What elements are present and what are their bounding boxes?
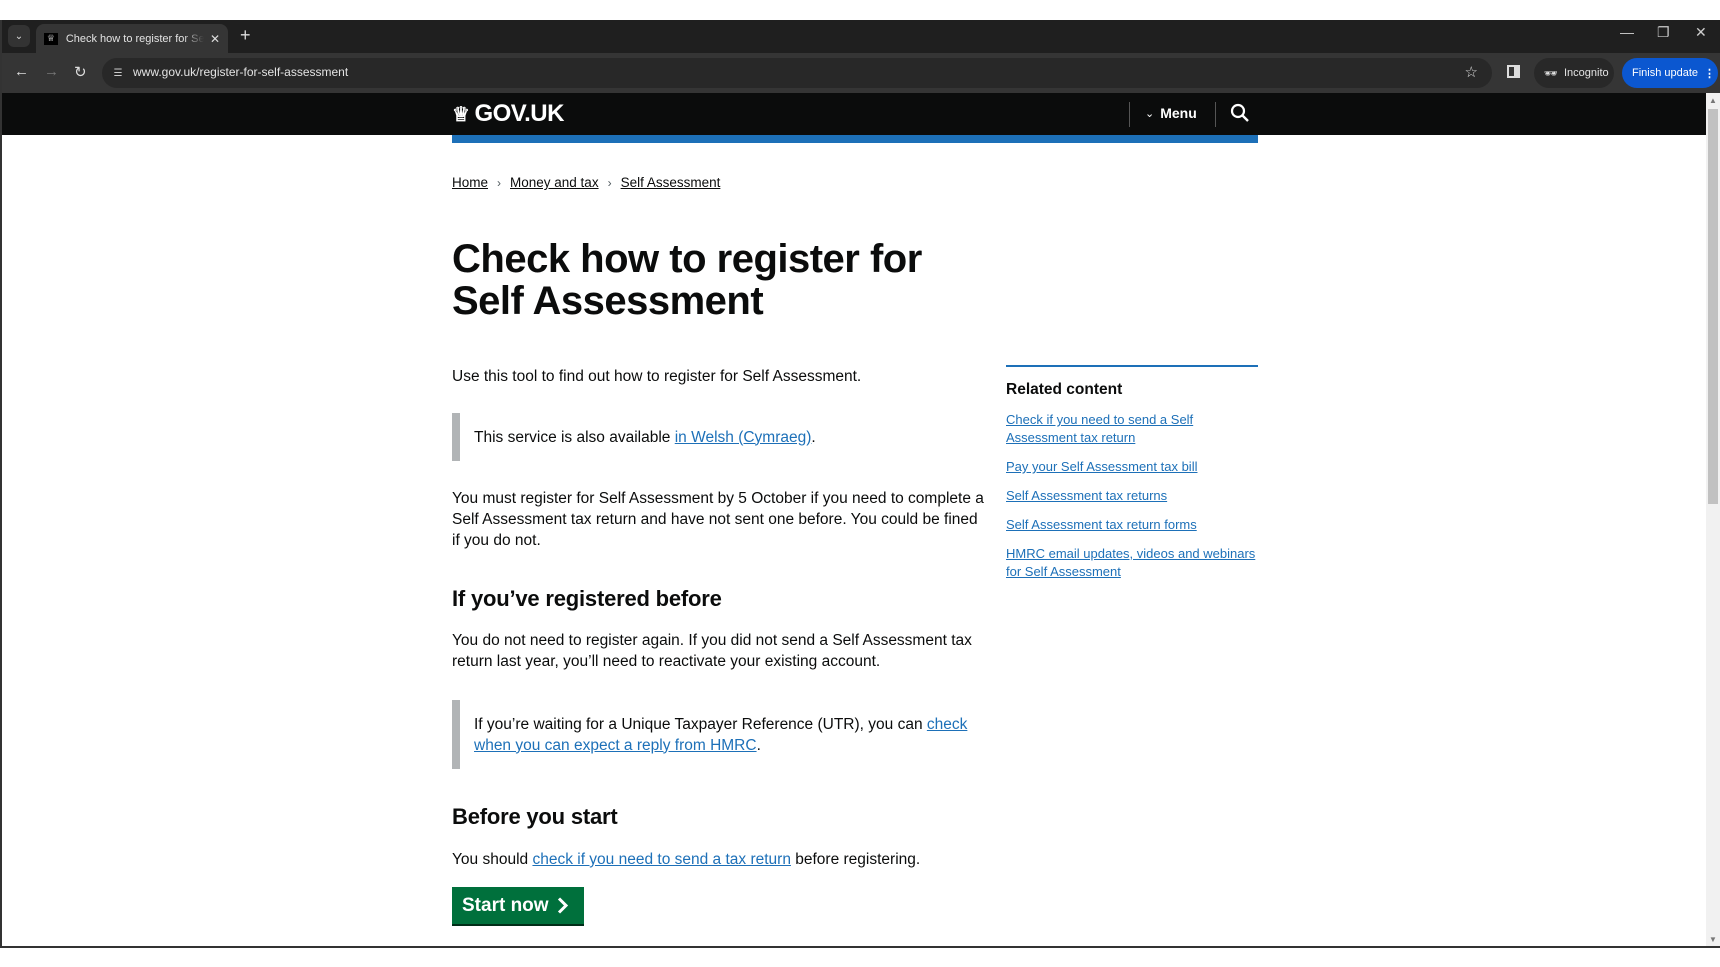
lead-paragraph: Use this tool to find out how to registe…	[452, 368, 862, 385]
browser-toolbar: ← → ↻ ☰ www.gov.uk/register-for-self-ass…	[2, 53, 1720, 93]
tab-strip: ⌄ ♕ Check how to register for Self Asses…	[2, 20, 1720, 53]
breadcrumb: Home › Money and tax › Self Assessment	[452, 175, 720, 190]
incognito-badge[interactable]: 🕶 Incognito	[1534, 58, 1614, 88]
url-text[interactable]: www.gov.uk/register-for-self-assessment	[133, 65, 348, 79]
incognito-label: Incognito	[1563, 67, 1609, 79]
incognito-icon: 🕶	[1544, 67, 1558, 80]
breadcrumb-money-and-tax[interactable]: Money and tax	[510, 175, 599, 190]
crown-icon: ♕	[452, 103, 470, 126]
related-link[interactable]: Check if you need to send a Self Assessm…	[1006, 412, 1193, 445]
finish-update-label: Finish update	[1632, 67, 1699, 79]
govuk-header: ♕ GOV.UK ⌄ Menu	[2, 93, 1706, 135]
close-window-icon[interactable]: ✕	[1695, 24, 1707, 41]
related-link-item: HMRC email updates, videos and webinars …	[1006, 545, 1258, 581]
registered-before-heading: If you’ve registered before	[452, 586, 722, 611]
minimize-icon[interactable]: —	[1620, 24, 1634, 40]
scrollbar-thumb[interactable]	[1708, 109, 1718, 504]
start-now-label: Start now	[462, 894, 549, 916]
related-link[interactable]: Self Assessment tax returns	[1006, 488, 1167, 503]
address-bar[interactable]: ☰ www.gov.uk/register-for-self-assessmen…	[102, 58, 1492, 88]
bookmark-star-icon[interactable]: ☆	[1465, 63, 1478, 81]
related-link-item: Pay your Self Assessment tax bill	[1006, 458, 1258, 476]
header-divider	[1129, 102, 1130, 127]
site-info-icon[interactable]: ☰	[110, 65, 126, 81]
chevron-down-icon: ⌄	[14, 30, 24, 42]
govuk-logo[interactable]: ♕ GOV.UK	[452, 100, 564, 128]
related-link[interactable]: HMRC email updates, videos and webinars …	[1006, 546, 1255, 579]
start-now-button[interactable]: Start now	[452, 887, 584, 924]
related-link-item: Check if you need to send a Self Assessm…	[1006, 411, 1206, 447]
new-tab-icon[interactable]: +	[240, 25, 251, 46]
side-panel-icon[interactable]	[1507, 65, 1520, 78]
page-title: Check how to register for Self Assessmen…	[452, 237, 922, 323]
chevron-right-icon	[557, 897, 568, 914]
related-link[interactable]: Self Assessment tax return forms	[1006, 517, 1197, 532]
scroll-up-arrow-icon[interactable]: ▲	[1706, 93, 1720, 107]
chevron-right-icon: ›	[497, 175, 502, 190]
related-content: Related content Check if you need to sen…	[1006, 365, 1258, 592]
breadcrumb-self-assessment[interactable]: Self Assessment	[621, 175, 721, 190]
breadcrumb-home[interactable]: Home	[452, 175, 488, 190]
related-link[interactable]: Pay your Self Assessment tax bill	[1006, 459, 1197, 474]
active-tab[interactable]: ♕ Check how to register for Self Assessm…	[36, 24, 228, 53]
chevron-down-icon: ⌄	[1145, 107, 1155, 120]
check-tax-return-link[interactable]: check if you need to send a tax return	[532, 851, 791, 868]
menu-button[interactable]: ⌄ Menu	[1145, 105, 1197, 121]
registered-before-paragraph: You do not need to register again. If yo…	[452, 632, 972, 670]
header-blue-bar	[452, 135, 1258, 143]
logo-text: GOV.UK	[474, 100, 564, 127]
search-icon[interactable]	[1229, 102, 1251, 124]
related-link-item: Self Assessment tax returns	[1006, 487, 1258, 505]
chevron-right-icon: ›	[607, 175, 612, 190]
menu-label: Menu	[1160, 105, 1197, 121]
utr-inset: If you’re waiting for a Unique Taxpayer …	[452, 700, 972, 769]
more-options-icon: ⋮	[1704, 67, 1716, 80]
tab-title: Check how to register for Self Assessmen…	[65, 32, 204, 45]
browser-window: ⌄ ♕ Check how to register for Self Asses…	[0, 20, 1720, 948]
before-you-start-paragraph: You should check if you need to send a t…	[452, 851, 921, 868]
finish-update-button[interactable]: Finish update ⋮	[1622, 58, 1718, 88]
scroll-down-arrow-icon[interactable]: ▼	[1706, 932, 1720, 946]
reload-icon[interactable]: ↻	[74, 63, 87, 81]
related-content-heading: Related content	[1006, 381, 1123, 398]
govuk-favicon-icon: ♕	[44, 32, 58, 45]
header-divider	[1215, 102, 1216, 127]
welsh-inset: This service is also available in Welsh …	[452, 413, 816, 461]
close-tab-icon[interactable]: ✕	[210, 32, 220, 46]
vertical-scrollbar[interactable]: ▲ ▼	[1706, 93, 1720, 946]
deadline-paragraph: You must register for Self Assessment by…	[452, 490, 984, 549]
related-link-item: Self Assessment tax return forms	[1006, 516, 1258, 534]
welsh-link[interactable]: in Welsh (Cymraeg)	[675, 429, 812, 446]
tab-search-button[interactable]: ⌄	[8, 25, 30, 47]
restore-icon[interactable]: ❐	[1657, 24, 1670, 41]
related-links-list: Check if you need to send a Self Assessm…	[1006, 411, 1258, 581]
forward-icon[interactable]: →	[44, 63, 59, 80]
page-viewport: ♕ GOV.UK ⌄ Menu Home › Money and tax › S…	[2, 93, 1706, 946]
before-you-start-heading: Before you start	[452, 804, 618, 829]
back-icon[interactable]: ←	[14, 63, 29, 80]
